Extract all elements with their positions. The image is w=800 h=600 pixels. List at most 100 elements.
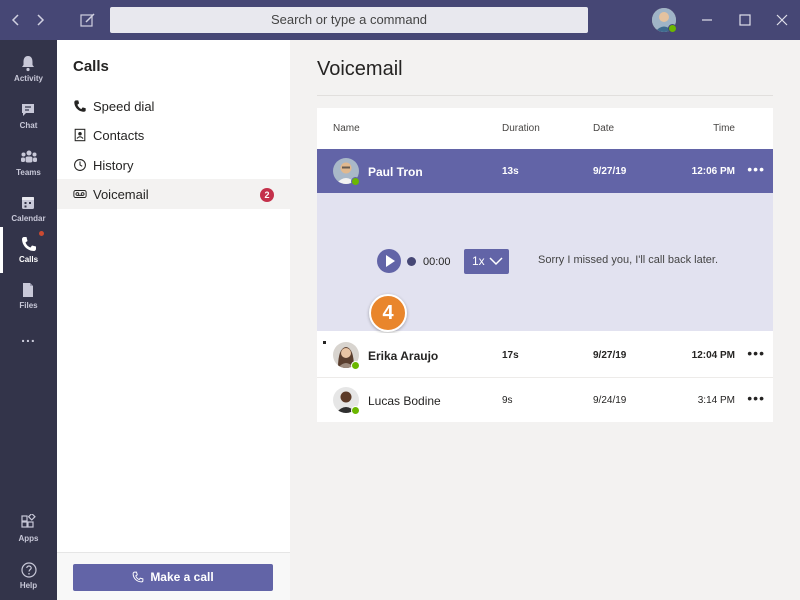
page-title: Voicemail [317,58,403,80]
more-options-icon[interactable]: ••• [747,345,765,361]
calls-panel: Calls Speed dial Contacts History Voicem… [57,40,290,600]
presence-available-icon [351,361,360,370]
calls-item-label: Speed dial [93,99,155,114]
apps-icon [21,514,36,528]
table-row[interactable]: Paul Tron 13s 9/27/19 12:06 PM ••• [317,149,773,193]
calls-item-label: Contacts [93,128,145,143]
forward-button[interactable] [30,10,50,30]
chevron-right-icon [37,14,45,26]
table-row[interactable]: Lucas Bodine 9s 9/24/19 3:14 PM ••• [317,378,773,422]
column-header-duration[interactable]: Duration [502,123,540,134]
call-date: 9/24/19 [593,395,627,406]
file-icon [23,283,33,297]
rail-label: Calendar [11,214,46,223]
make-call-label: Make a call [150,570,214,584]
play-button[interactable] [377,249,401,273]
teams-icon [21,150,37,163]
rail-label: Help [19,581,38,590]
chat-icon [22,104,34,116]
help-icon [21,562,37,578]
calls-title: Calls [73,58,109,75]
playback-speed-value: 1x [472,254,485,268]
rail-label: Apps [18,534,39,543]
minimize-icon [702,19,712,21]
table-row[interactable]: Erika Araujo 17s 9/27/19 12:04 PM ••• [317,333,773,377]
playback-position: 00:00 [423,256,451,268]
divider [317,95,773,96]
chevron-left-icon [11,14,19,26]
more-options-icon[interactable]: ••• [747,161,765,177]
rail-item-calendar[interactable]: Calendar [0,186,57,232]
call-duration: 17s [502,350,519,361]
bell-icon [22,56,34,72]
call-date: 9/27/19 [593,166,627,177]
maximize-icon [739,14,751,26]
calls-item-history[interactable]: History [57,150,290,180]
playback-speed-dropdown[interactable]: 1x [464,249,509,274]
call-date: 9/27/19 [593,350,627,361]
presence-available-icon [351,406,360,415]
calendar-icon [22,197,34,209]
playback-progress-handle[interactable] [407,257,416,266]
rail-more-button[interactable]: ... [0,327,57,357]
call-time: 12:04 PM [691,350,735,361]
column-header-time[interactable]: Time [713,123,735,134]
call-duration: 9s [502,395,513,406]
calls-item-label: Voicemail [93,187,149,202]
step-number-badge: 4 [369,294,407,332]
title-bar: Search or type a command [0,0,800,40]
more-options-icon[interactable]: ••• [747,390,765,406]
rail-item-help[interactable]: Help [0,553,57,599]
rail-item-chat[interactable]: Chat [0,93,57,139]
rail-label: Activity [14,74,43,83]
caller-name: Paul Tron [368,165,423,179]
caller-name: Lucas Bodine [368,394,441,408]
compose-button[interactable] [78,10,98,30]
voicemail-count-badge: 2 [260,188,274,202]
presence-available-icon [351,177,360,186]
make-call-button[interactable]: Make a call [73,564,273,591]
notification-dot [39,231,44,236]
presence-available-icon [668,24,677,33]
app-rail: Activity Chat Teams Calendar Calls Files… [0,40,57,600]
back-button[interactable] [6,10,26,30]
phone-icon [22,237,36,251]
voicemail-player: 00:00 1x Sorry I missed you, I'll call b… [317,193,773,332]
close-icon [776,14,788,26]
rail-label: Teams [16,168,41,177]
voicemail-table: Name Duration Date Time Paul Tron 13s 9/… [317,108,773,422]
rail-item-calls[interactable]: Calls [0,227,57,273]
calls-item-voicemail[interactable]: Voicemail 2 [57,179,290,209]
phone-icon [74,100,86,112]
rail-item-teams[interactable]: Teams [0,140,57,186]
calls-footer: Make a call [57,552,290,600]
rail-label: Chat [19,121,38,130]
phone-icon [132,571,144,583]
search-input[interactable]: Search or type a command [110,7,588,33]
rail-label: Files [19,301,38,310]
column-header-name[interactable]: Name [333,123,360,134]
unread-indicator [323,341,326,344]
call-duration: 13s [502,166,519,177]
calls-item-speed-dial[interactable]: Speed dial [57,91,290,121]
close-button[interactable] [772,10,792,30]
calls-item-contacts[interactable]: Contacts [57,120,290,150]
compose-icon [80,13,95,27]
clock-icon [74,159,86,171]
calls-item-label: History [93,158,134,173]
rail-item-activity[interactable]: Activity [0,46,57,92]
maximize-button[interactable] [735,10,755,30]
rail-item-apps[interactable]: Apps [0,506,57,552]
voicemail-icon [73,190,87,198]
contacts-icon [74,128,86,142]
caller-name: Erika Araujo [368,349,439,363]
call-time: 3:14 PM [697,395,735,406]
column-header-date[interactable]: Date [593,123,614,134]
minimize-button[interactable] [697,10,717,30]
more-icon: ... [21,329,36,345]
chevron-down-icon [489,257,503,266]
call-time: 12:06 PM [691,166,735,177]
voicemail-main: Voicemail Name Duration Date Time Paul T… [290,40,800,600]
rail-label: Calls [18,255,39,264]
rail-item-files[interactable]: Files [0,273,57,319]
